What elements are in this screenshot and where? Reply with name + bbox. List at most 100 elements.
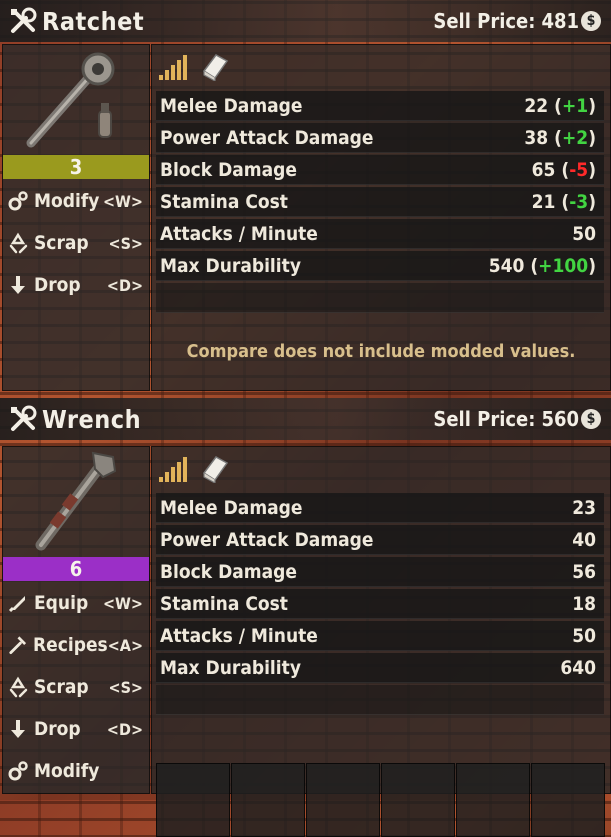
stat-value: 18 xyxy=(572,592,596,615)
quality-bar: 6 xyxy=(3,557,149,581)
modify-label: Modify xyxy=(34,190,100,212)
drop-label: Drop xyxy=(34,718,81,740)
equip-icon xyxy=(8,596,25,613)
item-title: Ratchet xyxy=(8,4,144,38)
ratchet-image xyxy=(26,52,115,148)
item-header: Ratchet Sell Price: 481 $ xyxy=(0,0,611,42)
mod-slot[interactable] xyxy=(156,763,230,837)
coin-icon: $ xyxy=(581,11,601,31)
equip-button[interactable]: Equip <W> xyxy=(7,585,147,621)
stat-row: Max Durability 640 xyxy=(156,653,604,683)
stat-row: Attacks / Minute 50 xyxy=(156,219,604,249)
stat-value: 38 (+2) xyxy=(524,126,596,149)
modify-label: Modify xyxy=(34,760,100,782)
stat-label: Stamina Cost xyxy=(160,592,288,615)
item-panel-wrench: Wrench Sell Price: 560 $ 6 Equip <W> Rec… xyxy=(0,398,611,837)
sell-price-label: Sell Price: xyxy=(433,9,536,33)
drop-button[interactable]: Drop <D> xyxy=(7,267,147,303)
tools-icon xyxy=(11,7,37,33)
item-name: Ratchet xyxy=(42,6,145,36)
stat-label: Max Durability xyxy=(160,254,301,277)
stat-icons-row xyxy=(152,447,610,489)
sell-price-label: Sell Price: xyxy=(433,407,536,431)
compare-note: Compare does not include modded values. xyxy=(186,341,576,362)
hammer-icon xyxy=(9,636,27,655)
coin-icon: $ xyxy=(581,409,601,429)
stat-row: Block Damage 56 xyxy=(156,557,604,587)
book-icon[interactable] xyxy=(200,51,230,81)
tools-icon xyxy=(11,405,37,431)
item-name: Wrench xyxy=(42,404,142,434)
drop-key: <D> xyxy=(106,719,143,739)
stat-value: 65 (-5) xyxy=(531,158,596,181)
item-image xyxy=(3,45,149,155)
stat-row: Max Durability 540 (+100) xyxy=(156,251,604,281)
equip-label: Equip xyxy=(34,592,89,614)
scrap-label: Scrap xyxy=(34,676,89,698)
mod-slot[interactable] xyxy=(231,763,305,837)
stat-row: Melee Damage 22 (+1) xyxy=(156,91,604,121)
stat-row: Stamina Cost 18 xyxy=(156,589,604,619)
item-title: Wrench xyxy=(8,402,141,436)
stat-label: Block Damage xyxy=(160,560,297,583)
stat-value: 50 xyxy=(572,222,596,245)
stat-value: 540 (+100) xyxy=(488,254,596,277)
item-image xyxy=(3,447,149,557)
stat-label: Power Attack Damage xyxy=(160,126,374,149)
stat-delta: -3 xyxy=(569,190,589,213)
drop-button[interactable]: Drop <D> xyxy=(7,711,147,747)
item-stats-panel: Melee Damage 23 Power Attack Damage 40 B… xyxy=(151,446,611,837)
stat-value: 22 (+1) xyxy=(524,94,596,117)
scrap-button[interactable]: Scrap <S> xyxy=(7,669,147,705)
mod-slot[interactable] xyxy=(381,763,455,837)
stat-label: Power Attack Damage xyxy=(160,528,374,551)
stat-icons-row xyxy=(152,45,610,87)
stat-delta: +1 xyxy=(561,94,589,117)
sell-price-value: 481 xyxy=(541,9,579,33)
scrap-key: <S> xyxy=(108,677,144,697)
stat-label: Max Durability xyxy=(160,656,301,679)
tier-bars-icon xyxy=(159,457,187,482)
stat-label: Melee Damage xyxy=(160,496,303,519)
item-left-column: 3 Modify <W> Scrap <S> Drop <D> xyxy=(2,44,150,391)
stat-label: Attacks / Minute xyxy=(160,222,318,245)
book-icon[interactable] xyxy=(200,453,230,483)
modify-button[interactable]: Modify <W> xyxy=(7,183,147,219)
recipes-label: Recipes xyxy=(32,634,108,656)
stat-value: 40 xyxy=(572,528,596,551)
mod-slot[interactable] xyxy=(306,763,380,837)
scrap-label: Scrap xyxy=(34,232,89,254)
stat-value: 23 xyxy=(572,496,596,519)
scrap-button[interactable]: Scrap <S> xyxy=(7,225,147,261)
modify-button[interactable]: Modify xyxy=(7,753,147,789)
recycle-icon xyxy=(9,676,28,698)
item-left-column: 6 Equip <W> Recipes <A> Scrap <S> Drop <… xyxy=(2,446,150,794)
stat-delta: +2 xyxy=(561,126,589,149)
stat-label: Attacks / Minute xyxy=(160,624,318,647)
stat-label: Stamina Cost xyxy=(160,190,288,213)
sell-price: Sell Price: 560 $ xyxy=(433,404,601,434)
recipes-button[interactable]: Recipes <A> xyxy=(7,627,147,663)
sell-price-value: 560 xyxy=(541,407,579,431)
stat-value: 640 xyxy=(560,656,596,679)
arrow-down-icon xyxy=(11,720,25,738)
stat-row: Melee Damage 23 xyxy=(156,493,604,523)
stat-delta: -5 xyxy=(569,158,589,181)
sell-price: Sell Price: 481 $ xyxy=(433,6,601,36)
stat-value: 50 xyxy=(572,624,596,647)
scrap-key: <S> xyxy=(108,233,144,253)
mod-slot[interactable] xyxy=(456,763,530,837)
gear-icon xyxy=(8,191,28,211)
mod-slot[interactable] xyxy=(531,763,605,837)
tier-bars-icon xyxy=(159,55,187,80)
stat-row: Power Attack Damage 38 (+2) xyxy=(156,123,604,153)
drop-key: <D> xyxy=(106,275,143,295)
stat-row-empty xyxy=(156,283,604,313)
stat-row: Power Attack Damage 40 xyxy=(156,525,604,555)
stat-row: Stamina Cost 21 (-3) xyxy=(156,187,604,217)
item-header: Wrench Sell Price: 560 $ xyxy=(0,398,611,440)
wrench-image xyxy=(35,451,117,551)
quality-bar: 3 xyxy=(3,155,149,179)
modify-key: <W> xyxy=(102,191,143,211)
drop-label: Drop xyxy=(34,274,81,296)
